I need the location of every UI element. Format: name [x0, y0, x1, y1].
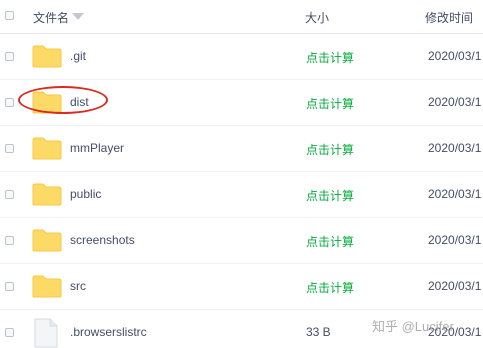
column-header-modified-time[interactable]: 修改时间: [425, 9, 473, 26]
file-name-link[interactable]: dist: [70, 95, 89, 109]
folder-icon: [32, 45, 62, 68]
calculate-size-link[interactable]: 点击计算: [306, 187, 354, 204]
row-checkbox[interactable]: [5, 144, 14, 153]
file-name-link[interactable]: screenshots: [70, 233, 135, 247]
column-header-name[interactable]: 文件名: [33, 9, 69, 26]
folder-icon: [32, 137, 62, 160]
table-row[interactable]: src 点击计算 2020/03/1: [0, 264, 483, 310]
table-row[interactable]: mmPlayer 点击计算 2020/03/1: [0, 126, 483, 172]
row-checkbox[interactable]: [5, 190, 14, 199]
file-size: 33 B: [306, 325, 331, 339]
modified-time: 2020/03/1: [428, 233, 482, 247]
watermark: 知乎 @Lucifer: [372, 319, 454, 334]
file-name-link[interactable]: public: [70, 187, 101, 201]
table-row[interactable]: screenshots 点击计算 2020/03/1: [0, 218, 483, 264]
file-list: 文件名 大小 修改时间 .git 点击计算 2020/03/1 dist 点击计…: [0, 0, 483, 348]
column-header-size[interactable]: 大小: [305, 9, 329, 26]
modified-time: 2020/03/1: [428, 49, 482, 63]
file-name-link[interactable]: src: [70, 279, 86, 293]
row-checkbox[interactable]: [5, 236, 14, 245]
table-row[interactable]: dist 点击计算 2020/03/1: [0, 80, 483, 126]
file-list-header: 文件名 大小 修改时间: [0, 0, 483, 34]
modified-time: 2020/03/1: [428, 141, 482, 155]
document-icon: [34, 318, 58, 348]
folder-icon: [32, 183, 62, 206]
modified-time: 2020/03/1: [428, 95, 482, 109]
calculate-size-link[interactable]: 点击计算: [306, 95, 354, 112]
row-checkbox[interactable]: [5, 282, 14, 291]
folder-icon: [32, 91, 62, 114]
row-checkbox[interactable]: [5, 52, 14, 61]
modified-time: 2020/03/1: [428, 187, 482, 201]
select-all-checkbox[interactable]: [5, 11, 14, 20]
table-row[interactable]: public 点击计算 2020/03/1: [0, 172, 483, 218]
file-name-link[interactable]: mmPlayer: [70, 141, 124, 155]
row-checkbox[interactable]: [5, 328, 14, 337]
calculate-size-link[interactable]: 点击计算: [306, 141, 354, 158]
file-name-link[interactable]: .git: [70, 49, 86, 63]
calculate-size-link[interactable]: 点击计算: [306, 49, 354, 66]
modified-time: 2020/03/1: [428, 279, 482, 293]
table-row[interactable]: .git 点击计算 2020/03/1: [0, 34, 483, 80]
row-checkbox[interactable]: [5, 98, 14, 107]
sort-down-icon[interactable]: [72, 13, 84, 20]
calculate-size-link[interactable]: 点击计算: [306, 233, 354, 250]
calculate-size-link[interactable]: 点击计算: [306, 279, 354, 296]
folder-icon: [32, 275, 62, 298]
file-name-link[interactable]: .browserslistrc: [70, 325, 147, 339]
folder-icon: [32, 229, 62, 252]
